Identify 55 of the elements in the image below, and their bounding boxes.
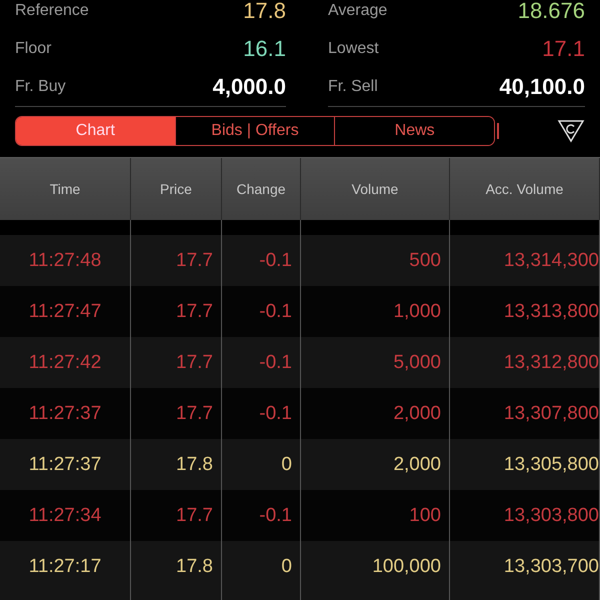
- table-cell: 100: [409, 504, 441, 526]
- table-cell: 13,303,700: [504, 556, 599, 578]
- table-cell: 13,313,800: [504, 300, 599, 322]
- table-cell: 1,000: [393, 300, 441, 322]
- stat-value: 17.1: [542, 36, 585, 62]
- table-cell: 17.7: [176, 504, 213, 526]
- column-header: Volume: [301, 158, 450, 220]
- table-cell: 11:27:47: [28, 300, 102, 322]
- table-cell: 17.7: [176, 250, 213, 272]
- table-cell: 11:27:37: [28, 454, 102, 476]
- table-cell: 500: [409, 250, 441, 272]
- table-cell: 0: [281, 556, 292, 578]
- stat-label: Fr. Sell: [328, 78, 378, 96]
- stat-label: Floor: [15, 40, 52, 58]
- table-cell: -0.1: [259, 402, 292, 424]
- table-cell: 17.8: [176, 454, 213, 476]
- table-cell: 17.7: [176, 402, 213, 424]
- stat-value: 40,100.0: [499, 74, 585, 100]
- table-cell: 13,305,800: [504, 454, 599, 476]
- stat-value: 17.8: [243, 0, 286, 24]
- table-cell: 13,307,800: [504, 402, 599, 424]
- column-header: Acc. Volume: [450, 158, 600, 220]
- table-cell: 17.7: [176, 352, 213, 374]
- table-cell: 13,312,800: [504, 352, 599, 374]
- table-cell: 2,000: [393, 454, 441, 476]
- column-header: Time: [0, 158, 131, 220]
- table-cell: 13,303,800: [504, 504, 599, 526]
- table-cell: -0.1: [259, 300, 292, 322]
- stat-label: Lowest: [328, 40, 379, 58]
- table-cell: 17.8: [176, 556, 213, 578]
- table-cell: 11:27:37: [28, 402, 102, 424]
- stat-value: 16.1: [243, 36, 286, 62]
- table-cell: 5,000: [393, 352, 441, 374]
- table-cell: 11:27:34: [28, 504, 102, 526]
- table-cell: 100,000: [372, 556, 441, 578]
- stat-label: Average: [328, 2, 388, 20]
- stat-value: 4,000.0: [212, 74, 286, 100]
- tab[interactable]: News: [334, 117, 494, 145]
- column-header: Change: [222, 158, 301, 220]
- table-cell: 11:27:17: [28, 556, 102, 578]
- stat-label: Fr. Buy: [15, 78, 66, 96]
- table-cell: 0: [281, 454, 292, 476]
- triangle-c-icon[interactable]: [557, 119, 585, 143]
- table-cell: 13,314,300: [504, 250, 599, 272]
- table-cell: 2,000: [393, 402, 441, 424]
- column-header: Price: [131, 158, 222, 220]
- table-cell: 17.7: [176, 300, 213, 322]
- table-cell: -0.1: [259, 250, 292, 272]
- stat-value: 18.676: [518, 0, 585, 24]
- table-cell: -0.1: [259, 504, 292, 526]
- tab[interactable]: Chart: [16, 117, 175, 145]
- table-cell: 11:27:42: [28, 352, 102, 374]
- table-cell: -0.1: [259, 352, 292, 374]
- stat-label: Reference: [15, 2, 89, 20]
- table-cell: 11:27:48: [28, 250, 102, 272]
